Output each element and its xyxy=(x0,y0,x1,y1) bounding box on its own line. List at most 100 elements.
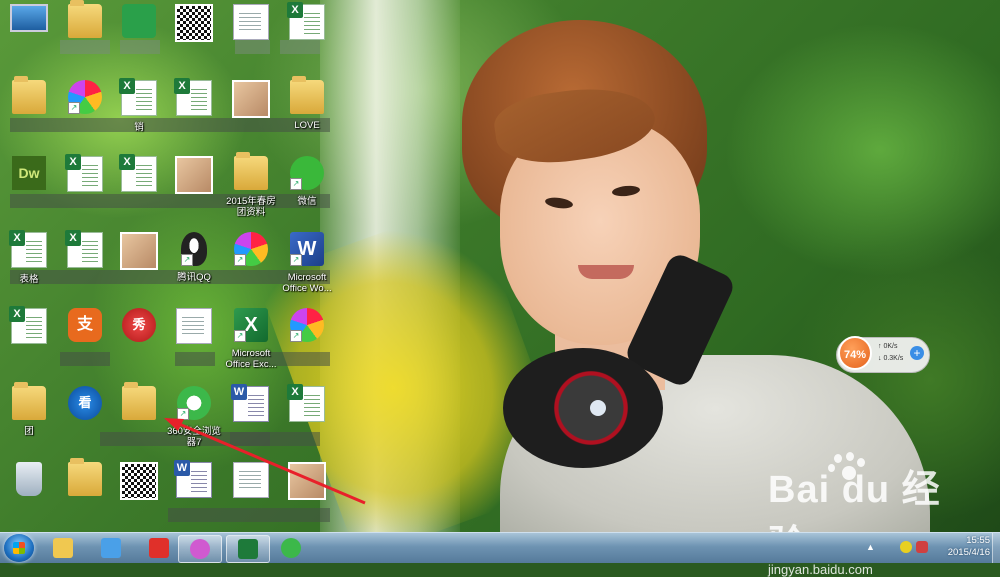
qr-code-icon xyxy=(120,462,158,500)
desktop-icon[interactable] xyxy=(0,76,58,120)
image-file-icon xyxy=(232,80,270,118)
pinwheel-icon: ↗ xyxy=(290,308,324,342)
desktop-icon[interactable] xyxy=(0,4,58,38)
desktop-icon[interactable] xyxy=(56,458,114,502)
meitu-xiuxiu-icon: 秀 xyxy=(122,308,156,342)
360-taskbar-button[interactable] xyxy=(270,535,312,561)
desktop-icon[interactable]: ↗ 微信 xyxy=(278,156,336,207)
desktop-icon[interactable]: ↗ 腾讯QQ xyxy=(165,232,223,283)
desktop-icon[interactable]: 支 xyxy=(56,308,114,348)
desktop-icon[interactable]: 2015年春房团资料 xyxy=(222,152,280,218)
pinwheel-taskbar-button[interactable] xyxy=(178,535,222,563)
shortcut-arrow-icon: ↗ xyxy=(290,254,302,266)
explorer-taskbar-icon xyxy=(53,538,73,558)
image-file-icon xyxy=(120,232,158,270)
qq-penguin-icon: ↗ xyxy=(181,232,207,266)
taskbar-clock[interactable]: 15:55 2015/4/16 xyxy=(930,535,990,559)
excel-file-icon xyxy=(9,306,47,344)
desktop-icon[interactable] xyxy=(165,156,223,200)
desktop-icon[interactable] xyxy=(0,462,58,502)
folder-icon xyxy=(12,382,46,420)
excel-file-icon xyxy=(287,2,325,40)
desktop-icon-label: 微信 xyxy=(297,196,317,207)
desktop-icon[interactable]: ↗ xyxy=(222,232,280,272)
desktop-icon[interactable]: 销 xyxy=(110,78,168,133)
explorer-taskbar-button[interactable] xyxy=(42,535,84,561)
desktop-icon[interactable]: ↗ xyxy=(56,80,114,120)
excel-taskbar-icon xyxy=(238,539,258,559)
folder-icon xyxy=(12,76,46,114)
download-speed: ↓ 0.3K/s xyxy=(878,355,904,362)
image-file-icon xyxy=(175,156,213,194)
pinwheel-icon: ↗ xyxy=(68,80,102,114)
widget-plus-icon[interactable]: + xyxy=(910,346,924,360)
excel-file-icon xyxy=(174,78,212,116)
browser-taskbar-button[interactable] xyxy=(138,535,180,561)
document-icon xyxy=(233,4,269,40)
desktop-icon-label: 腾讯QQ xyxy=(177,272,211,283)
show-desktop-button[interactable] xyxy=(992,533,1000,563)
desktop-icon-label: 销 xyxy=(134,122,144,133)
desktop-icon[interactable] xyxy=(110,154,168,198)
desktop-icon[interactable] xyxy=(110,232,168,276)
desktop-icon[interactable]: 团 xyxy=(0,382,58,437)
desktop-icon-label: Microsoft Office Wo... xyxy=(282,272,332,294)
excel-file-icon xyxy=(65,154,103,192)
tray-volume-icon[interactable] xyxy=(916,541,928,553)
desktop-icon[interactable] xyxy=(165,4,223,48)
document-icon xyxy=(176,308,212,344)
clock-time: 15:55 xyxy=(966,535,990,546)
qq-pinyin-taskbar-button[interactable] xyxy=(90,535,132,561)
shortcut-arrow-icon: ↗ xyxy=(290,178,302,190)
desktop-icon[interactable] xyxy=(56,154,114,198)
green-app-icon xyxy=(122,4,156,38)
desktop-icon[interactable]: ↗ xyxy=(278,308,336,348)
folder-icon xyxy=(68,0,102,38)
desktop-icon[interactable] xyxy=(56,230,114,274)
alipay-icon: 支 xyxy=(68,308,102,342)
qr-code-icon xyxy=(175,4,213,42)
desktop-icon-label: 表格 xyxy=(19,274,39,285)
desktop-icon[interactable]: 看 xyxy=(56,386,114,426)
excel-file-icon xyxy=(65,230,103,268)
start-button[interactable] xyxy=(4,534,34,562)
desktop-icon[interactable]: LOVE xyxy=(278,76,336,131)
qq-pinyin-taskbar-icon xyxy=(101,538,121,558)
clock-date: 2015/4/16 xyxy=(947,547,990,558)
desktop-icon[interactable] xyxy=(56,0,114,44)
desktop-icon[interactable] xyxy=(165,78,223,122)
desktop-icon-label: Microsoft Office Exc... xyxy=(225,348,277,370)
red-arrow-annotation xyxy=(164,418,366,505)
excel-taskbar-button[interactable] xyxy=(226,535,270,563)
desktop-icon[interactable]: 表格 xyxy=(0,230,58,285)
shortcut-arrow-icon: ↗ xyxy=(290,330,302,342)
folder-icon xyxy=(68,458,102,496)
pinwheel-icon: ↗ xyxy=(234,232,268,266)
watermark-url: jingyan.baidu.com xyxy=(768,562,873,577)
excel-file-icon xyxy=(119,78,157,116)
desktop-icon[interactable] xyxy=(222,4,280,46)
recycle-bin-icon xyxy=(16,462,42,496)
desktop-icon[interactable]: X ↗ Microsoft Office Exc... xyxy=(222,308,280,370)
desktop-icon[interactable] xyxy=(0,306,58,350)
wechat-icon: ↗ xyxy=(290,156,324,190)
desktop-icon[interactable]: W ↗ Microsoft Office Wo... xyxy=(278,232,336,294)
folder-icon xyxy=(122,382,156,420)
360-taskbar-icon xyxy=(281,538,301,558)
tray-network-icon[interactable] xyxy=(900,541,912,553)
desktop-icon[interactable] xyxy=(278,2,336,46)
desktop-icon[interactable] xyxy=(110,4,168,44)
excel-file-icon xyxy=(9,230,47,268)
upload-speed: ↑ 0K/s xyxy=(878,343,898,350)
desktop-icon[interactable] xyxy=(165,308,223,350)
desktop-icon[interactable]: Dw xyxy=(0,156,58,196)
desktop-icon-label: 2015年春房团资料 xyxy=(226,196,276,218)
pinwheel-taskbar-icon xyxy=(190,539,210,559)
desktop-icon[interactable] xyxy=(222,80,280,124)
tray-arrow-icon[interactable]: ▲ xyxy=(866,542,875,552)
computer-icon xyxy=(10,4,48,32)
shortcut-arrow-icon: ↗ xyxy=(234,254,246,266)
desktop-icon[interactable]: 秀 xyxy=(110,308,168,348)
shortcut-arrow-icon: ↗ xyxy=(234,330,246,342)
speed-widget-percent[interactable]: 74% xyxy=(838,336,872,370)
